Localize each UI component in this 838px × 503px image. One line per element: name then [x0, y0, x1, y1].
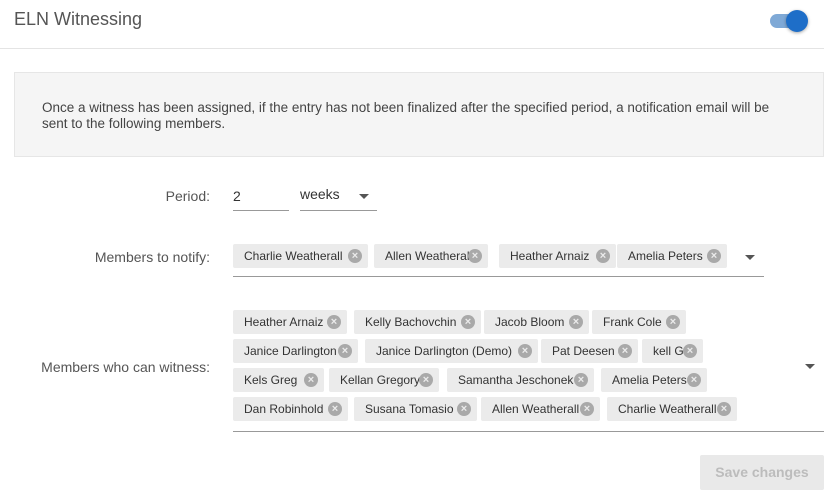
member-chip: Amelia Peters × — [617, 244, 727, 268]
close-circle-icon[interactable]: × — [707, 249, 721, 263]
settings-header: ELN Witnessing — [0, 0, 824, 49]
save-button[interactable]: Save changes — [700, 455, 824, 490]
caret-down-icon[interactable] — [745, 255, 755, 260]
close-circle-icon[interactable]: × — [348, 249, 362, 263]
member-chip: Allen Weatherall × — [374, 244, 488, 268]
close-circle-icon[interactable]: × — [569, 315, 583, 329]
member-chip-label: Dan Robinhold — [244, 402, 324, 416]
member-chip: Pat Deesen × — [541, 339, 638, 363]
member-chip: Heather Arnaiz × — [233, 310, 347, 334]
member-chip: Samantha Jeschonek × — [447, 368, 594, 392]
member-chip-label: Kellan Gregory — [340, 373, 421, 387]
member-chip-label: Jacob Bloom — [495, 315, 565, 329]
member-chip: Charlie Weatherall × — [607, 397, 737, 421]
member-chip: Kellan Gregory × — [329, 368, 439, 392]
member-chip-label: Amelia Peters — [628, 249, 703, 263]
member-chip-label: kell G — [653, 344, 684, 358]
close-circle-icon[interactable]: × — [338, 344, 352, 358]
close-circle-icon[interactable]: × — [468, 249, 482, 263]
witness-label: Members who can witness: — [41, 359, 210, 375]
member-chip-label: Allen Weatherall — [385, 249, 473, 263]
period-unit-value: weeks — [300, 186, 340, 202]
close-circle-icon[interactable]: × — [419, 373, 433, 387]
member-chip: Susana Tomasio × — [354, 397, 477, 421]
member-chip-label: Heather Arnaiz — [244, 315, 324, 329]
notify-label: Members to notify: — [94, 249, 210, 265]
close-circle-icon[interactable]: × — [304, 373, 318, 387]
member-chip: Kelly Bachovchin × — [354, 310, 481, 334]
member-chip-label: Heather Arnaiz — [510, 249, 590, 263]
close-circle-icon[interactable]: × — [328, 402, 342, 416]
member-chip: Jacob Bloom × — [484, 310, 589, 334]
period-unit-select[interactable]: weeks — [300, 184, 377, 211]
member-chip: Allen Weatherall × — [481, 397, 600, 421]
info-text: Once a witness has been assigned, if the… — [42, 100, 770, 131]
member-chip-label: Allen Weatherall — [492, 402, 580, 416]
witnessing-toggle[interactable] — [770, 10, 808, 32]
close-circle-icon[interactable]: × — [618, 344, 632, 358]
close-circle-icon[interactable]: × — [518, 344, 532, 358]
member-chip-label: Charlie Weatherall — [618, 402, 717, 416]
close-circle-icon[interactable]: × — [574, 373, 588, 387]
member-chip: kell G × — [642, 339, 703, 363]
close-circle-icon[interactable]: × — [461, 315, 475, 329]
member-chip: Charlie Weatherall × — [233, 244, 368, 268]
member-chip: Frank Cole × — [592, 310, 686, 334]
close-circle-icon[interactable]: × — [596, 249, 610, 263]
member-chip-label: Kelly Bachovchin — [365, 315, 457, 329]
member-chip-label: Janice Darlington — [244, 344, 337, 358]
caret-down-icon — [359, 194, 369, 199]
member-chip: Janice Darlington × — [233, 339, 358, 363]
member-chip-label: Charlie Weatherall — [244, 249, 343, 263]
member-chip: Kels Greg × — [233, 368, 324, 392]
period-label: Period: — [165, 188, 210, 204]
close-circle-icon[interactable]: × — [666, 315, 680, 329]
witness-members-field[interactable]: Heather Arnaiz × Kelly Bachovchin × Jacob Bl… — [233, 305, 824, 432]
member-chip: Dan Robinhold × — [233, 397, 348, 421]
close-circle-icon[interactable]: × — [683, 344, 697, 358]
close-circle-icon[interactable]: × — [717, 402, 731, 416]
member-chip-label: Amelia Peters — [612, 373, 687, 387]
toggle-knob — [786, 10, 808, 32]
close-circle-icon[interactable]: × — [687, 373, 701, 387]
close-circle-icon[interactable]: × — [457, 402, 471, 416]
member-chip: Janice Darlington (Demo) × — [365, 339, 538, 363]
member-chip-label: Samantha Jeschonek — [458, 373, 574, 387]
close-circle-icon[interactable]: × — [327, 315, 341, 329]
member-chip-label: Kels Greg — [244, 373, 298, 387]
info-panel: Once a witness has been assigned, if the… — [14, 72, 824, 157]
caret-down-icon[interactable] — [805, 364, 815, 369]
notify-members-field[interactable]: Charlie Weatherall × Allen Weatherall × Heat… — [233, 241, 764, 277]
close-circle-icon[interactable]: × — [580, 402, 594, 416]
period-input[interactable]: 2 — [233, 184, 289, 211]
member-chip-label: Pat Deesen — [552, 344, 615, 358]
member-chip-label: Susana Tomasio — [365, 402, 454, 416]
member-chip-label: Frank Cole — [603, 315, 662, 329]
page-title: ELN Witnessing — [14, 9, 143, 29]
member-chip: Amelia Peters × — [601, 368, 707, 392]
member-chip: Heather Arnaiz × — [499, 244, 616, 268]
member-chip-label: Janice Darlington (Demo) — [376, 344, 513, 358]
